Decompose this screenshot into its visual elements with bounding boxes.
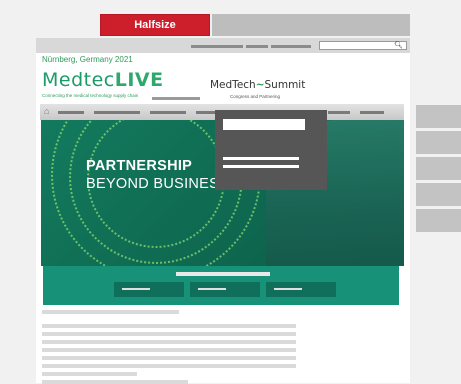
quicklink-button[interactable] xyxy=(190,282,260,297)
side-tab[interactable] xyxy=(416,183,461,206)
content-text-line xyxy=(42,356,296,360)
overlay-card-line xyxy=(223,157,299,160)
content-text-line xyxy=(42,324,296,328)
search-input[interactable]: 🔍︎ xyxy=(319,41,407,50)
halfsize-tab[interactable]: Halfsize xyxy=(100,14,210,36)
hero-title-line-1: PARTNERSHIP xyxy=(86,158,193,174)
overlay-card[interactable] xyxy=(215,110,327,190)
logo-part-1: Medtec xyxy=(42,69,115,91)
content-text-line xyxy=(42,380,188,384)
pulse-icon: ~ xyxy=(255,79,265,91)
content-text-line xyxy=(42,364,296,368)
search-icon[interactable]: 🔍︎ xyxy=(394,41,403,50)
content-text-line xyxy=(42,332,296,336)
nav-item[interactable] xyxy=(328,110,350,114)
quicklink-button[interactable] xyxy=(266,282,336,297)
nav-item[interactable] xyxy=(58,110,84,114)
quicklink-label xyxy=(122,288,150,290)
utility-bar: 🔍︎ xyxy=(36,38,410,53)
event-location: Nürnberg, Germany 2021 xyxy=(42,55,133,64)
summit-subtitle: Congress and Partnering xyxy=(230,94,281,99)
side-tab[interactable] xyxy=(416,157,461,180)
summit-logo-right: Summit xyxy=(264,79,306,91)
quicklinks-panel xyxy=(43,266,399,305)
screenshot-frame: Halfsize 🔍︎ Nürnberg, Germany 2021 Medte… xyxy=(0,0,461,384)
nav-item[interactable] xyxy=(94,110,140,114)
utility-link[interactable] xyxy=(271,45,311,48)
overlay-card-line xyxy=(223,165,299,168)
nav-item[interactable] xyxy=(360,110,384,114)
side-tab[interactable] xyxy=(416,105,461,128)
halfsize-tab-label: Halfsize xyxy=(134,19,176,31)
logo-tagline: Connecting the medical technology supply… xyxy=(42,93,139,98)
content-text-line xyxy=(42,340,296,344)
content-heading-line xyxy=(42,310,179,314)
hero-title-line-2: BEYOND BUSINESS xyxy=(86,176,230,192)
medteclive-logo[interactable]: MedtecLIVE xyxy=(42,69,164,91)
quicklink-label xyxy=(274,288,302,290)
side-tab[interactable] xyxy=(416,209,461,232)
fullsize-tab[interactable] xyxy=(212,14,410,36)
home-icon[interactable]: ⌂ xyxy=(44,107,54,116)
utility-link[interactable] xyxy=(191,45,243,48)
nav-item[interactable] xyxy=(150,110,186,114)
website-preview: 🔍︎ Nürnberg, Germany 2021 MedtecLIVE Con… xyxy=(36,38,410,384)
side-tab-strip xyxy=(416,105,461,235)
overlay-card-title xyxy=(223,119,305,130)
summit-logo-left: MedTech xyxy=(210,79,256,91)
utility-link[interactable] xyxy=(246,45,268,48)
quicklink-button[interactable] xyxy=(114,282,184,297)
quicklink-label xyxy=(198,288,226,290)
side-tab[interactable] xyxy=(416,131,461,154)
quicklinks-title xyxy=(176,272,270,276)
logo-part-2: LIVE xyxy=(114,69,164,91)
content-text-line xyxy=(42,372,137,376)
medtech-summit-logo[interactable]: MedTech~Summit xyxy=(210,79,305,91)
content-text-line xyxy=(42,348,296,352)
header-placeholder-bar xyxy=(152,97,200,100)
